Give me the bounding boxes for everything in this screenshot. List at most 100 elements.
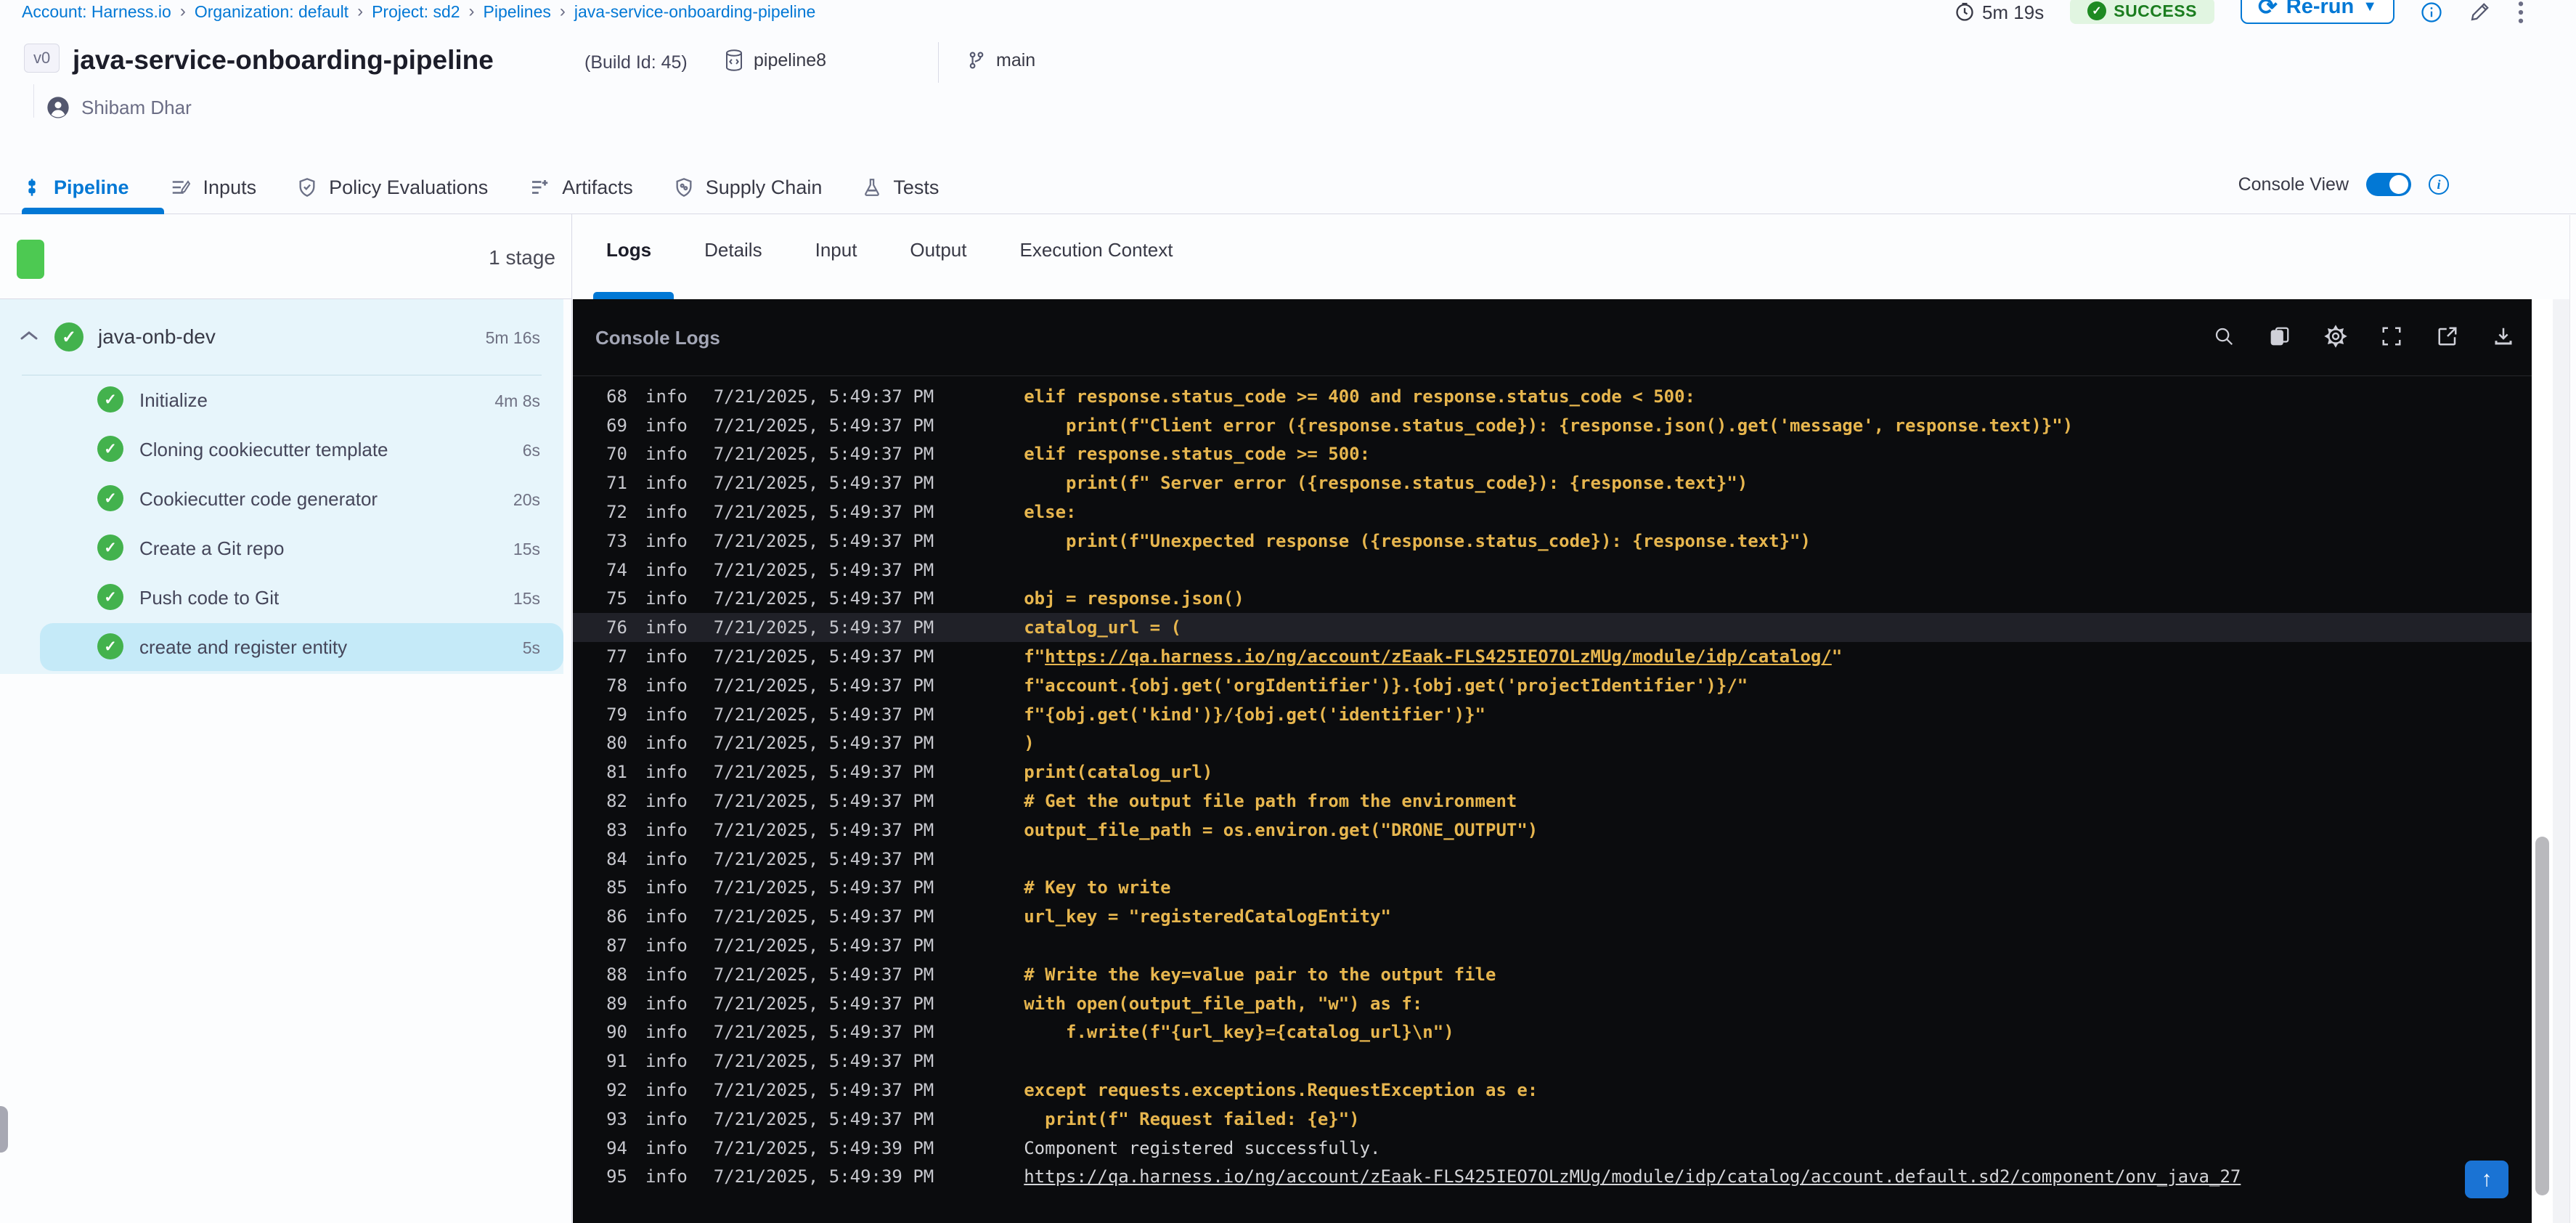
log-row[interactable]: 87 info 7/21/2025, 5:49:37 PM [573, 931, 2532, 960]
log-row[interactable]: 77 info 7/21/2025, 5:49:37 PM f"https://… [573, 642, 2532, 671]
log-row[interactable]: 73 info 7/21/2025, 5:49:37 PM print(f"Un… [573, 527, 2532, 556]
kebab-menu-icon[interactable] [2516, 0, 2525, 25]
branch-chip[interactable]: main [967, 49, 1035, 71]
log-row[interactable]: 71 info 7/21/2025, 5:49:37 PM print(f" S… [573, 468, 2532, 497]
log-text: print(f" Request failed: {e}") [1024, 1108, 1360, 1129]
tab-inputs[interactable]: Inputs [170, 176, 256, 199]
log-row[interactable]: 85 info 7/21/2025, 5:49:37 PM # Key to w… [573, 874, 2532, 903]
log-link[interactable]: https://qa.harness.io/ng/account/zEaak-F… [1024, 1166, 2241, 1187]
tab-tests[interactable]: Tests [863, 176, 939, 199]
log-row[interactable]: 70 info 7/21/2025, 5:49:37 PM elif respo… [573, 440, 2532, 469]
scroll-to-top-button[interactable]: ↑ [2465, 1161, 2508, 1198]
log-row[interactable]: 90 info 7/21/2025, 5:49:37 PM f.write(f"… [573, 1018, 2532, 1047]
log-level: info [645, 848, 688, 869]
log-row[interactable]: 86 info 7/21/2025, 5:49:37 PM url_key = … [573, 902, 2532, 931]
scrollbar-thumb[interactable] [2535, 837, 2549, 1195]
log-level: info [645, 617, 688, 638]
log-timestamp: 7/21/2025, 5:49:37 PM [713, 415, 934, 436]
download-icon[interactable] [2491, 324, 2516, 349]
log-line-number: 87 [606, 935, 627, 956]
active-log-tab-indicator [593, 292, 674, 299]
stage-group: ✓ java-onb-dev 5m 16s ✓ Initialize 4m 8s… [0, 299, 563, 674]
log-row[interactable]: 95 info 7/21/2025, 5:49:39 PM https://qa… [573, 1163, 2532, 1192]
tab-execution-context[interactable]: Execution Context [1019, 239, 1173, 261]
log-level: info [645, 1108, 688, 1129]
log-row[interactable]: 68 info 7/21/2025, 5:49:37 PM elif respo… [573, 382, 2532, 411]
log-text: print(f"Unexpected response ({response.s… [1024, 530, 1811, 551]
console-view-info-icon[interactable]: i [2429, 174, 2449, 195]
tab-artifacts[interactable]: Artifacts [529, 176, 633, 199]
breadcrumb-project[interactable]: Project: sd2 [372, 2, 460, 22]
re-run-button[interactable]: ⟳ Re-run ▼ [2240, 0, 2394, 24]
log-row[interactable]: 92 info 7/21/2025, 5:49:37 PM except req… [573, 1076, 2532, 1105]
search-icon[interactable] [2212, 324, 2236, 349]
tab-details[interactable]: Details [704, 239, 762, 261]
edit-pencil-icon[interactable] [2469, 1, 2490, 23]
chevron-up-icon[interactable] [19, 328, 39, 343]
log-row[interactable]: 74 info 7/21/2025, 5:49:37 PM [573, 556, 2532, 585]
open-in-new-icon[interactable] [2435, 324, 2460, 349]
log-text: with open(output_file_path, "w") as f: [1024, 993, 1423, 1014]
panel-resize-handle[interactable] [0, 1106, 8, 1153]
log-text: except requests.exceptions.RequestExcept… [1024, 1080, 1538, 1101]
log-level: info [645, 733, 688, 754]
log-row[interactable]: 84 info 7/21/2025, 5:49:37 PM [573, 845, 2532, 874]
window-scrollbar[interactable] [2569, 215, 2576, 1223]
log-row[interactable]: 83 info 7/21/2025, 5:49:37 PM output_fil… [573, 816, 2532, 845]
breadcrumb-pipelines[interactable]: Pipelines [484, 2, 551, 22]
tab-supply-chain[interactable]: Supply Chain [674, 176, 822, 199]
log-line-number: 92 [606, 1080, 627, 1101]
tab-input[interactable]: Input [815, 239, 857, 261]
log-row[interactable]: 72 info 7/21/2025, 5:49:37 PM else: [573, 497, 2532, 527]
log-link[interactable]: https://qa.harness.io/ng/account/zEaak-F… [1045, 646, 1832, 667]
log-row[interactable]: 88 info 7/21/2025, 5:49:37 PM # Write th… [573, 960, 2532, 989]
log-lines[interactable]: 68 info 7/21/2025, 5:49:37 PM elif respo… [573, 376, 2532, 1223]
console-scrollbar[interactable] [2532, 299, 2553, 1223]
log-row[interactable]: 89 info 7/21/2025, 5:49:37 PM with open(… [573, 989, 2532, 1018]
tab-pipeline[interactable]: Pipeline [22, 176, 129, 199]
log-row[interactable]: 81 info 7/21/2025, 5:49:37 PM print(cata… [573, 757, 2532, 787]
console-view-toggle[interactable] [2366, 173, 2411, 196]
step-row[interactable]: ✓ Push code to Git 15s [0, 573, 563, 622]
repo-chip[interactable]: pipeline8 [725, 49, 826, 71]
step-row[interactable]: ✓ Initialize 4m 8s [0, 375, 563, 425]
step-row[interactable]: ✓ Create a Git repo 15s [0, 524, 563, 573]
log-line-number: 86 [606, 906, 627, 927]
log-row[interactable]: 76 info 7/21/2025, 5:49:37 PM catalog_ur… [573, 613, 2532, 643]
log-text: # Get the output file path from the envi… [1024, 791, 1517, 812]
tab-logs[interactable]: Logs [606, 239, 651, 261]
step-duration: 20s [513, 490, 540, 509]
info-icon[interactable] [2421, 1, 2442, 23]
log-text: print(f" Server error ({response.status_… [1024, 473, 1748, 494]
tab-policy-evaluations[interactable]: Policy Evaluations [297, 176, 488, 199]
log-text: else: [1024, 502, 1077, 523]
copy-icon[interactable] [2267, 324, 2292, 349]
log-row[interactable]: 91 info 7/21/2025, 5:49:37 PM [573, 1047, 2532, 1076]
log-timestamp: 7/21/2025, 5:49:37 PM [713, 617, 934, 638]
breadcrumb-pipeline-name[interactable]: java-service-onboarding-pipeline [574, 2, 815, 22]
tab-output[interactable]: Output [910, 239, 966, 261]
step-row[interactable]: ✓ Cloning cookiecutter template 6s [0, 425, 563, 474]
log-row[interactable]: 79 info 7/21/2025, 5:49:37 PM f"{obj.get… [573, 700, 2532, 729]
pipeline-execution-page: Account: Harness.io › Organization: defau… [0, 0, 2576, 1223]
log-line-number: 77 [606, 646, 627, 667]
log-row[interactable]: 78 info 7/21/2025, 5:49:37 PM f"account.… [573, 671, 2532, 700]
step-row[interactable]: ✓ create and register entity 5s [0, 622, 563, 672]
breadcrumb-organization[interactable]: Organization: default [195, 2, 349, 22]
step-row[interactable]: ✓ Cookiecutter code generator 20s [0, 474, 563, 524]
log-row[interactable]: 80 info 7/21/2025, 5:49:37 PM ) [573, 729, 2532, 758]
log-row[interactable]: 94 info 7/21/2025, 5:49:39 PM Component … [573, 1134, 2532, 1163]
log-line-number: 82 [606, 791, 627, 812]
log-line-number: 71 [606, 473, 627, 494]
log-level: info [645, 1080, 688, 1101]
log-timestamp: 7/21/2025, 5:49:39 PM [713, 1166, 934, 1187]
stage-row[interactable]: ✓ java-onb-dev 5m 16s [0, 299, 563, 375]
fullscreen-icon[interactable] [2379, 324, 2404, 349]
log-row[interactable]: 82 info 7/21/2025, 5:49:37 PM # Get the … [573, 787, 2532, 816]
log-row[interactable]: 75 info 7/21/2025, 5:49:37 PM obj = resp… [573, 585, 2532, 614]
log-row[interactable]: 93 info 7/21/2025, 5:49:37 PM print(f" R… [573, 1105, 2532, 1134]
log-row[interactable]: 69 info 7/21/2025, 5:49:37 PM print(f"Cl… [573, 411, 2532, 440]
gear-icon[interactable] [2323, 324, 2348, 349]
breadcrumb-account[interactable]: Account: Harness.io [22, 2, 171, 22]
log-text: print(f"Client error ({response.status_c… [1024, 415, 2074, 436]
